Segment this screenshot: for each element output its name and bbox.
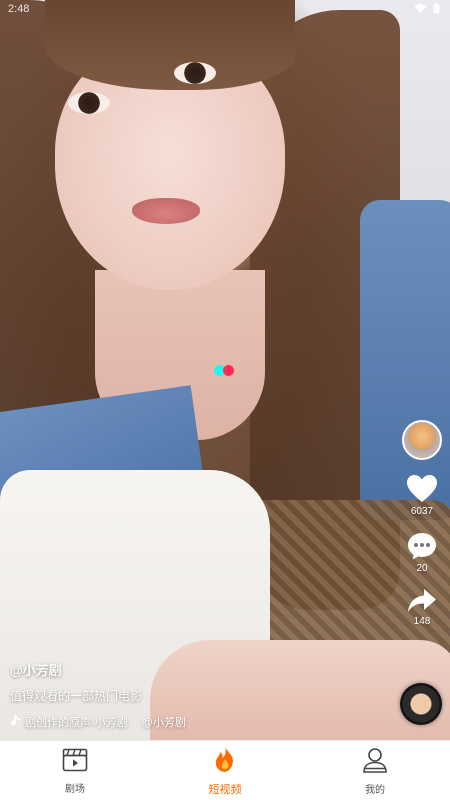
music-author: @小芳剧 (141, 717, 186, 729)
music-row[interactable]: 剧创作的原声-小芳剧 @小芳剧 (10, 714, 186, 730)
nav-profile[interactable]: 我的 (300, 741, 450, 800)
post-description: 值得观看的一部热门电影 (10, 689, 143, 703)
wifi-icon (414, 3, 427, 17)
heart-icon (406, 474, 438, 504)
author-name[interactable]: @小芳剧 (10, 660, 186, 679)
post-info: @小芳剧 值得观看的一部热门电影 剧创作的原声-小芳剧 @小芳剧 (10, 660, 186, 730)
comment-button[interactable]: 20 (406, 531, 438, 574)
loading-dot-red (223, 365, 234, 376)
nav-theater[interactable]: 剧场 (0, 741, 150, 800)
status-bar: 2:48 (0, 0, 450, 20)
share-icon (407, 588, 437, 614)
nav-profile-label: 我的 (365, 784, 385, 796)
clapperboard-icon (62, 748, 88, 777)
share-count: 148 (413, 616, 431, 627)
nav-theater-label: 剧场 (65, 783, 85, 795)
bottom-nav: 剧场 短视频 我的 (0, 740, 450, 800)
flame-icon (212, 745, 238, 778)
app-screen: 2:48 6037 20 148 @小芳剧 值得观看的一部热门电影 剧创作的原声… (0, 0, 450, 800)
loading-indicator (214, 365, 234, 376)
nav-short-video[interactable]: 短视频 (150, 741, 300, 800)
music-title: 剧创作的原声-小芳剧 (25, 717, 128, 729)
comment-count: 20 (416, 563, 428, 574)
music-note-icon (10, 714, 21, 730)
like-button[interactable]: 6037 (406, 474, 438, 517)
nav-short-video-label: 短视频 (208, 784, 242, 796)
battery-icon (433, 3, 440, 17)
author-avatar[interactable] (402, 420, 442, 460)
like-count: 6037 (410, 506, 434, 517)
share-button[interactable]: 148 (407, 588, 437, 627)
status-time: 2:48 (8, 3, 30, 15)
action-column: 6037 20 148 (400, 420, 444, 627)
music-disc[interactable] (400, 683, 442, 725)
user-icon (362, 747, 388, 778)
comment-icon (406, 531, 438, 561)
